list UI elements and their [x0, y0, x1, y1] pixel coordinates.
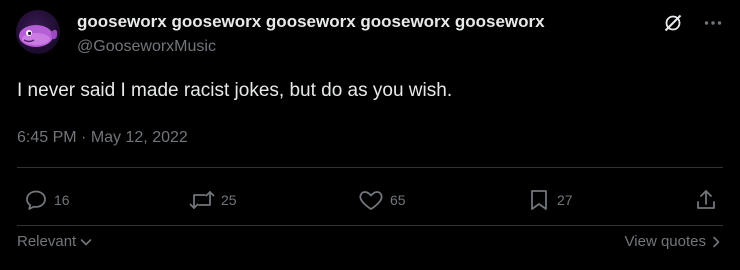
repost-icon [189, 191, 215, 209]
chevron-right-icon [713, 236, 720, 247]
sort-replies-button[interactable]: Relevant [17, 233, 93, 250]
like-icon [359, 191, 383, 210]
more-icon[interactable] [702, 12, 724, 34]
share-icon [697, 190, 715, 209]
reply-button[interactable]: 16 [24, 188, 70, 212]
like-button[interactable]: 65 [358, 188, 406, 212]
bookmark-button[interactable]: 27 [527, 188, 573, 212]
tweet-text: I never said I made racist jokes, but do… [17, 80, 453, 101]
tweet-date[interactable]: May 12, 2022 [91, 129, 188, 146]
like-count: 65 [390, 192, 406, 208]
divider [17, 225, 723, 226]
repost-button[interactable]: 25 [189, 188, 237, 212]
share-button[interactable] [694, 188, 718, 212]
avatar[interactable] [16, 10, 60, 54]
tweet-time[interactable]: 6:45 PM [17, 129, 77, 146]
repost-count: 25 [221, 192, 237, 208]
view-quotes-link[interactable]: View quotes [625, 233, 723, 250]
bookmark-icon [531, 190, 547, 210]
view-quotes-label: View quotes [624, 233, 706, 250]
reply-count: 16 [54, 192, 70, 208]
bookmark-count: 27 [557, 192, 573, 208]
timestamp-separator: · [81, 129, 87, 146]
action-bar: 16 25 65 27 [0, 186, 740, 222]
author-handle[interactable]: @GooseworxMusic [77, 37, 545, 57]
author-block: gooseworx gooseworx gooseworx gooseworx … [77, 12, 545, 57]
purple-whale-avatar-icon [19, 25, 58, 47]
tweet-timestamp[interactable]: 6:45 PM · May 12, 2022 [17, 129, 188, 147]
reply-icon [26, 190, 46, 210]
header-actions [662, 12, 724, 34]
divider [17, 167, 723, 168]
sort-label: Relevant [17, 233, 77, 250]
author-display-name[interactable]: gooseworx gooseworx gooseworx gooseworx … [77, 12, 545, 32]
grok-icon[interactable] [662, 12, 684, 34]
chevron-down-icon [80, 238, 92, 245]
